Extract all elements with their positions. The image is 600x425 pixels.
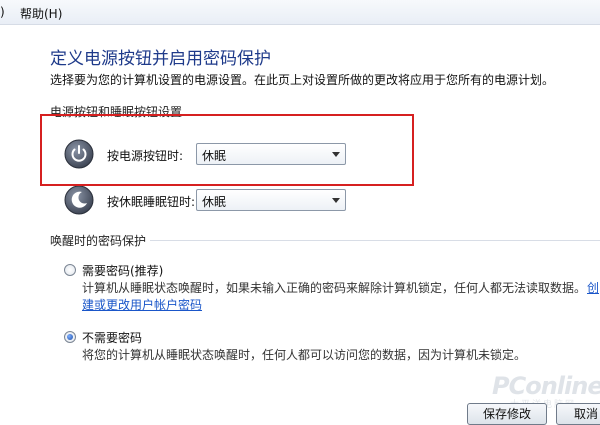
require-password-description: 计算机从睡眠状态唤醒时，如果未输入正确的密码来解除计算机锁定，任何人都无法读取数… <box>82 281 587 295</box>
pconline-watermark-logo: PConline <box>492 372 600 400</box>
menu-item-partial[interactable]: ) <box>0 5 5 19</box>
require-password-label[interactable]: 需要密码(推荐) <box>82 262 163 279</box>
page-title: 定义电源按钮并启用密码保护 <box>50 49 271 69</box>
radio-selected-dot <box>67 334 73 340</box>
menu-item-help[interactable]: 帮助(H) <box>20 5 62 22</box>
create-password-link-start[interactable]: 创 <box>587 279 599 296</box>
require-password-radio[interactable] <box>64 264 76 276</box>
save-changes-button[interactable]: 保存修改 <box>467 403 547 425</box>
no-password-description: 将您的计算机从睡眠状态唤醒时，任何人都可以访问您的数据，因为计算机未锁定。 <box>82 348 527 362</box>
sleep-button-action-dropdown[interactable]: 休眠 <box>196 189 346 211</box>
sleep-button-action-value: 休眠 <box>202 195 227 209</box>
sleep-button-icon <box>64 185 94 215</box>
no-password-radio[interactable] <box>64 331 76 343</box>
sleep-button-label: 按休眠睡眠钮时: <box>107 195 196 209</box>
wake-password-section-label: 唤醒时的密码保护 <box>50 234 147 248</box>
cancel-button[interactable]: 取消 <box>556 403 600 425</box>
create-change-password-link[interactable]: 建或更改用户帐户密码 <box>82 296 202 313</box>
section-divider <box>150 240 600 241</box>
page-subtitle: 选择要为您的计算机设置的电源设置。在此页上对设置所做的更改将应用于您所有的电源计… <box>50 73 555 87</box>
menu-bar: ) 帮助(H) <box>0 0 600 25</box>
chevron-down-icon <box>332 198 340 203</box>
no-password-label[interactable]: 不需要密码 <box>82 329 142 346</box>
annotation-highlight-box <box>40 114 414 186</box>
